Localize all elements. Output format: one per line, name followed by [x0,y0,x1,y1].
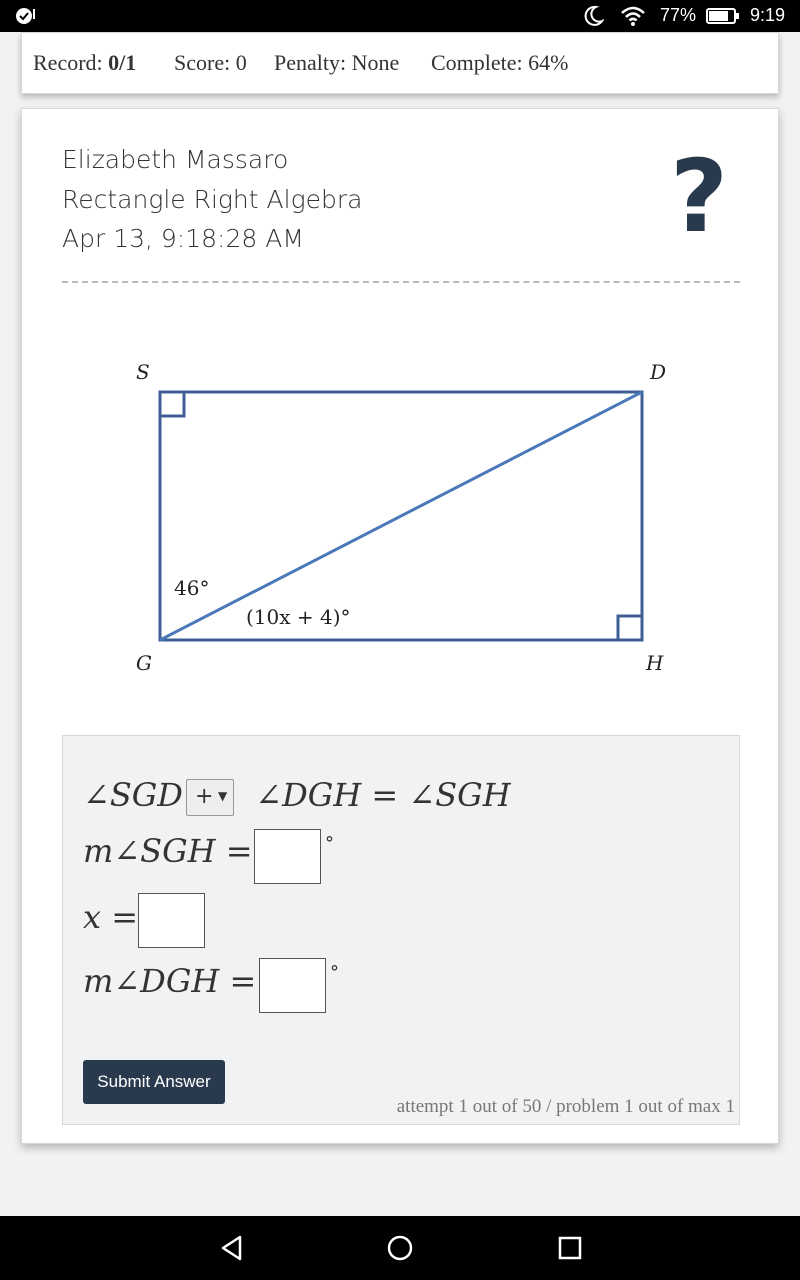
vertex-h: H [645,651,664,675]
navigation-bar [0,1216,800,1280]
x-label: x = [83,898,139,936]
vertex-s: S [136,360,150,384]
divider [62,281,740,283]
moon-icon [584,5,604,26]
vertex-g: G [136,651,152,675]
equation-row-1: ∠SGD ∠DGH = ∠SGH [83,776,511,814]
home-icon[interactable] [386,1234,414,1262]
vertex-d: D [649,360,666,384]
app-notification-icon [16,8,35,24]
back-icon[interactable] [218,1234,246,1262]
question-mark-icon[interactable]: ? [662,147,736,247]
battery-icon [706,8,739,24]
score-text: Score: 0 [174,50,247,75]
submit-answer-button[interactable]: Submit Answer [83,1060,225,1104]
record-value: 0/1 [108,50,137,75]
x-input[interactable] [138,893,205,948]
clock: 9:19 [750,5,786,25]
record-bar: Record: 0/1 Score: 0 Penalty: None Compl… [21,32,779,94]
operator-select[interactable]: + ▼ [186,779,234,816]
right-angle-marker-h [616,614,644,642]
diagonal-gd [159,390,643,642]
complete-text: Complete: 64% [431,50,569,75]
right-angle-marker-s [158,390,186,418]
wifi-icon [621,6,645,26]
angle-sgd-text: ∠SGD [83,776,183,814]
status-bar: 77% 9:19 [0,0,800,32]
student-name: Elizabeth Massaro [62,145,289,174]
attempt-info: attempt 1 out of 50 / problem 1 out of m… [396,1096,735,1117]
problem-card: Elizabeth Massaro Rectangle Right Algebr… [21,108,779,1144]
answer-box: ∠SGD ∠DGH = ∠SGH + ▼ m∠SGH = ° x = m∠DGH… [62,735,740,1125]
angle-label-sgd: 46° [174,576,209,600]
battery-percent: 77% [660,5,697,25]
record-label: Record: 0/1 [33,50,137,75]
sgh-input[interactable] [254,829,321,884]
angle-label-dgh: (10x + 4)° [246,605,351,629]
degree-symbol: ° [330,962,339,983]
recents-icon[interactable] [556,1234,584,1262]
dgh-label: m∠DGH = [83,962,257,1000]
angle-sum-text: ∠DGH = ∠SGH [255,776,511,814]
timestamp: Apr 13, 9:18:28 AM [62,224,304,253]
problem-title: Rectangle Right Algebra [62,185,363,214]
penalty-text: Penalty: None [274,50,400,75]
dgh-input[interactable] [259,958,326,1013]
sgh-label: m∠SGH = [83,832,253,870]
degree-symbol: ° [325,833,334,854]
rectangle-figure: S D G H 46° (10x + 4)° [136,360,666,675]
